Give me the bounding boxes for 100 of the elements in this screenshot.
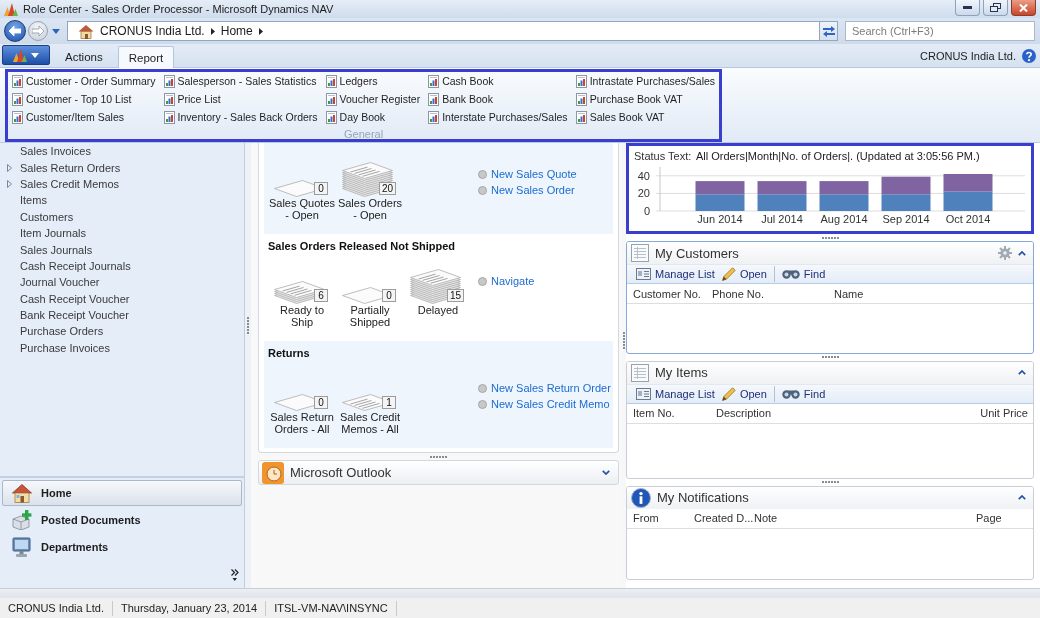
report-icon — [325, 74, 337, 88]
address-field[interactable]: CRONUS India Ltd. Home — [67, 21, 820, 41]
grip-icon[interactable] — [821, 481, 839, 484]
ribbon-button[interactable]: Voucher Register — [325, 90, 421, 108]
column-header[interactable]: Customer No. — [633, 287, 701, 300]
action-link[interactable]: New Sales Return Order — [478, 380, 611, 396]
refresh-button[interactable] — [820, 21, 838, 41]
nav-item[interactable]: Sales Invoices — [0, 143, 91, 160]
action-link[interactable]: New Sales Order — [478, 182, 575, 198]
chevron-up-icon[interactable] — [1018, 495, 1026, 501]
status-bar-field: ITSL-VM-NAV\INSYNC — [266, 600, 397, 616]
action-link[interactable]: New Sales Quote — [478, 166, 577, 182]
back-button[interactable] — [4, 20, 26, 42]
cue-label[interactable]: Sales Quotes - Open — [268, 197, 335, 221]
action-link[interactable]: New Sales Credit Memo — [478, 396, 610, 412]
chart-bar — [695, 181, 745, 195]
toolbar-button[interactable]: Find — [781, 387, 826, 400]
nav-item[interactable]: Sales Credit Memos — [0, 175, 120, 193]
category-label: Jun 2014 — [697, 213, 743, 225]
count-badge[interactable]: 6 — [314, 289, 328, 302]
toolbar-button[interactable]: Manage List — [636, 268, 715, 280]
column-header[interactable]: Item No. — [633, 407, 675, 420]
report-icon — [575, 92, 587, 106]
toolbar-button[interactable]: Find — [781, 268, 826, 280]
chart-bar — [757, 181, 807, 195]
count-badge[interactable]: 1 — [382, 396, 396, 409]
cue-label[interactable]: Delayed — [417, 304, 459, 316]
nav-item[interactable]: Bank Receipt Voucher — [0, 306, 129, 324]
ribbon-button[interactable]: Salesperson - Sales Statistics — [163, 72, 318, 90]
ribbon-button[interactable]: Cash Book — [428, 72, 568, 90]
ribbon-button[interactable]: Ledgers — [325, 72, 421, 90]
close-button[interactable] — [1011, 0, 1036, 16]
application-menu-button[interactable] — [2, 45, 50, 65]
chevron-down-icon[interactable] — [602, 470, 610, 475]
nav-item[interactable]: Cash Receipt Journals — [0, 257, 131, 275]
nav-button[interactable]: Posted Documents — [2, 507, 242, 533]
report-icon — [428, 110, 440, 124]
ribbon-tab[interactable]: Report — [117, 46, 175, 68]
column-header[interactable]: Unit Price — [980, 407, 1028, 420]
ribbon-tab[interactable]: Actions — [54, 46, 114, 67]
ribbon-button[interactable]: Intrastate Purchases/Sales — [575, 72, 716, 90]
nav-item[interactable]: Customers — [0, 208, 74, 225]
breadcrumb-link[interactable]: CRONUS India Ltd. — [100, 24, 205, 38]
ribbon-button[interactable]: Interstate Purchases/Sales — [428, 108, 568, 126]
nav-item[interactable]: Item Journals — [0, 224, 87, 242]
action-link[interactable]: Navigate — [478, 273, 535, 289]
ribbon-button[interactable]: Price List — [163, 90, 318, 108]
pencil-icon — [721, 267, 736, 281]
nav-item[interactable]: Sales Return Orders — [0, 159, 121, 176]
column-header[interactable]: Page — [976, 512, 1002, 525]
count-badge[interactable]: 0 — [382, 289, 396, 302]
ribbon-button[interactable]: Purchase Book VAT — [575, 90, 716, 108]
column-header[interactable]: Created D... — [694, 512, 754, 525]
grip-icon[interactable] — [821, 356, 839, 359]
nav-button[interactable]: Departments — [2, 534, 242, 560]
help-icon[interactable] — [1022, 48, 1036, 63]
nav-item[interactable]: Journal Voucher — [0, 274, 100, 291]
column-header[interactable]: Note — [754, 512, 778, 525]
minimize-button[interactable] — [955, 0, 980, 16]
cue-label[interactable]: Partially Shipped — [349, 304, 391, 328]
form-icon — [636, 268, 651, 280]
cue-label[interactable]: Ready to Ship — [280, 304, 324, 328]
restore-button[interactable] — [983, 0, 1008, 16]
part-title: My Items — [655, 365, 708, 381]
close-icon — [1019, 3, 1028, 12]
nav-item[interactable]: Purchase Orders — [0, 323, 104, 340]
double-chevron-icon[interactable] — [231, 568, 239, 581]
toolbar-button[interactable]: Manage List — [636, 387, 715, 400]
nav-item[interactable]: Sales Journals — [0, 241, 93, 258]
nav-item[interactable]: Items — [0, 192, 47, 209]
report-icon — [12, 74, 23, 88]
nav-item[interactable]: Cash Receipt Voucher — [0, 290, 130, 307]
ribbon-button[interactable]: Bank Book — [428, 90, 568, 108]
ribbon-button[interactable]: Customer - Top 10 List — [12, 90, 156, 108]
column-header[interactable]: Name — [834, 287, 864, 300]
cue-label[interactable]: Sales Return Orders - All — [270, 411, 334, 435]
chevron-up-icon[interactable] — [1018, 370, 1026, 376]
cue-label[interactable]: Sales Credit Memos - All — [340, 411, 400, 435]
nav-item[interactable]: Purchase Invoices — [0, 339, 110, 357]
column-header[interactable]: Phone No. — [712, 287, 764, 300]
breadcrumb-link[interactable]: Home — [220, 24, 253, 38]
search-field[interactable]: Search (Ctrl+F3) — [845, 21, 1035, 41]
ribbon-button[interactable]: Day Book — [325, 108, 421, 126]
ribbon-button[interactable]: Inventory - Sales Back Orders — [163, 108, 318, 126]
column-header[interactable]: Description — [716, 407, 772, 420]
ribbon-button[interactable]: Customer/Item Sales — [12, 108, 156, 126]
column-header[interactable]: From — [633, 512, 659, 525]
count-badge[interactable]: 0 — [314, 182, 328, 195]
caret-down-icon[interactable] — [52, 28, 60, 34]
grip-icon[interactable] — [821, 236, 839, 239]
cue-label[interactable]: Sales Orders - Open — [337, 197, 403, 221]
toolbar-button[interactable]: Open — [721, 386, 767, 401]
grip-icon[interactable] — [430, 455, 447, 458]
nav-button[interactable]: Home — [2, 480, 242, 506]
chevron-up-icon[interactable] — [1018, 250, 1026, 256]
chart-bar — [881, 194, 931, 211]
count-badge[interactable]: 0 — [314, 396, 328, 409]
toolbar-button[interactable]: Open — [721, 267, 767, 281]
ribbon-button[interactable]: Sales Book VAT — [575, 108, 716, 126]
ribbon-button[interactable]: Customer - Order Summary — [12, 72, 156, 90]
